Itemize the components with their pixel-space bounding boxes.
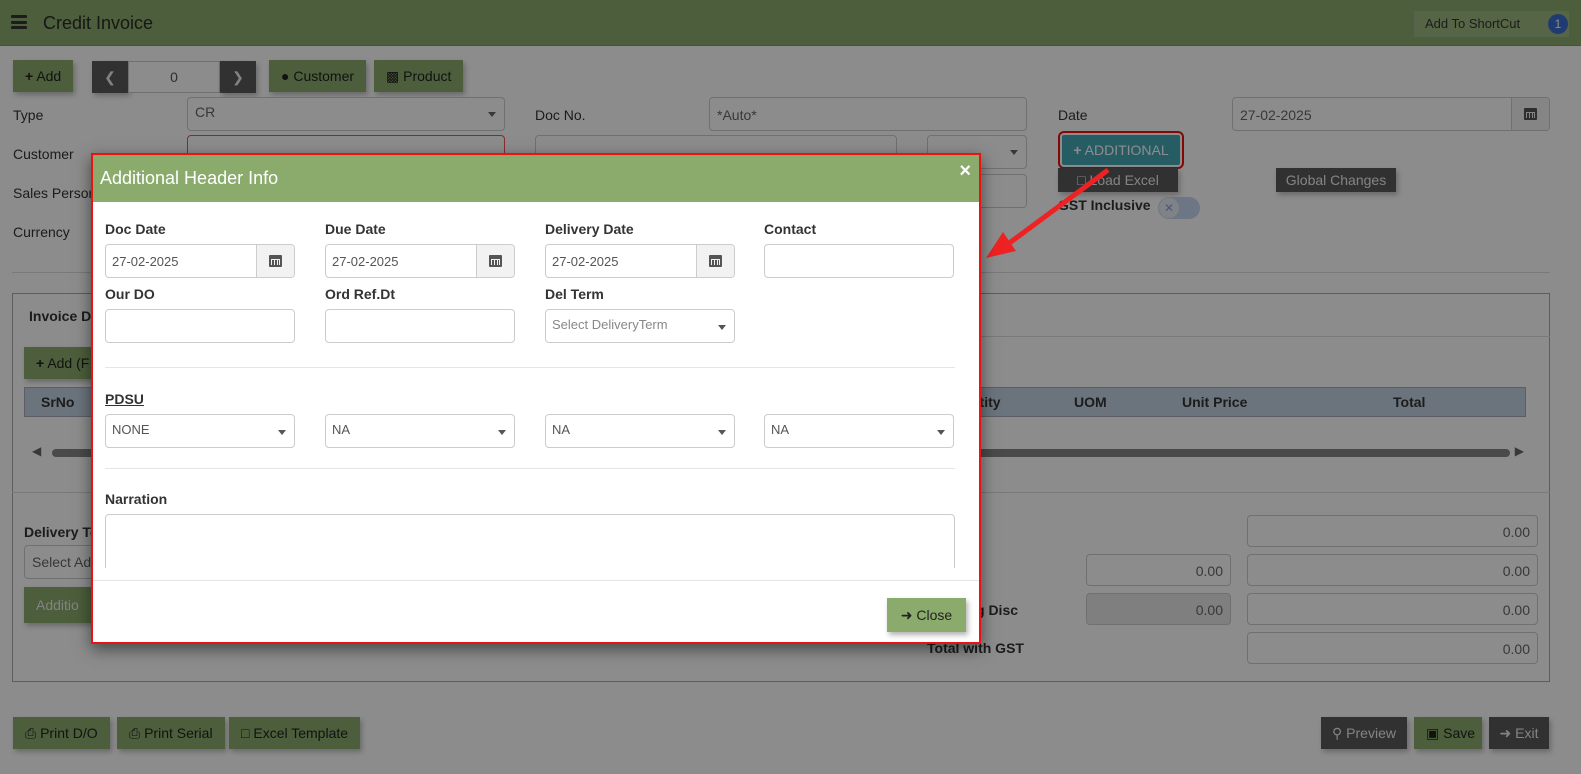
calendar-icon xyxy=(489,255,502,267)
chevron-down-icon xyxy=(937,430,945,435)
close-label: Close xyxy=(916,607,953,623)
narration-textarea[interactable] xyxy=(105,514,955,568)
del-term-select[interactable]: Select DeliveryTerm xyxy=(545,309,735,343)
close-icon[interactable]: × xyxy=(959,160,971,183)
our-do-label: Our DO xyxy=(105,286,155,302)
calendar-button[interactable] xyxy=(696,245,734,277)
chevron-down-icon xyxy=(498,430,506,435)
divider xyxy=(105,367,955,368)
delivery-date-field[interactable]: 27-02-2025 xyxy=(545,244,735,278)
due-date-field[interactable]: 27-02-2025 xyxy=(325,244,515,278)
modal-header: Additional Header Info × xyxy=(93,155,979,202)
modal-body: Doc Date 27-02-2025 Due Date 27-02-2025 … xyxy=(93,202,979,568)
pdsu-label: PDSU xyxy=(105,391,144,407)
pdsu-value-3: NA xyxy=(552,422,571,437)
calendar-button[interactable] xyxy=(476,245,514,277)
doc-date-label: Doc Date xyxy=(105,221,166,237)
additional-header-info-modal: Additional Header Info × Doc Date 27-02-… xyxy=(91,153,981,644)
doc-date-field[interactable]: 27-02-2025 xyxy=(105,244,295,278)
pdsu-select-3[interactable]: NA xyxy=(545,414,735,448)
chevron-down-icon xyxy=(278,430,286,435)
divider xyxy=(105,468,955,469)
our-do-field[interactable] xyxy=(105,309,295,343)
calendar-icon xyxy=(269,255,282,267)
ord-ref-field[interactable] xyxy=(325,309,515,343)
pdsu-value-4: NA xyxy=(771,422,790,437)
delivery-date-label: Delivery Date xyxy=(545,221,634,237)
pdsu-value-2: NA xyxy=(332,422,351,437)
doc-date-value: 27-02-2025 xyxy=(112,254,179,269)
contact-field[interactable] xyxy=(764,244,954,278)
del-term-placeholder: Select DeliveryTerm xyxy=(552,317,668,332)
due-date-label: Due Date xyxy=(325,221,386,237)
narration-label: Narration xyxy=(105,491,168,507)
chevron-down-icon xyxy=(718,325,726,330)
pdsu-select-1[interactable]: NONE xyxy=(105,414,295,448)
due-date-value: 27-02-2025 xyxy=(332,254,399,269)
calendar-button[interactable] xyxy=(256,245,294,277)
delivery-date-value: 27-02-2025 xyxy=(552,254,619,269)
pdsu-value-1: NONE xyxy=(112,422,150,437)
contact-label: Contact xyxy=(764,221,817,237)
calendar-icon xyxy=(709,255,722,267)
ord-ref-label: Ord Ref.Dt xyxy=(325,286,395,302)
close-button[interactable]: ➜ Close xyxy=(887,598,966,632)
chevron-down-icon xyxy=(718,430,726,435)
sign-out-icon: ➜ xyxy=(900,607,913,623)
del-term-label: Del Term xyxy=(545,286,604,302)
pdsu-select-2[interactable]: NA xyxy=(325,414,515,448)
modal-footer: ➜ Close xyxy=(93,580,979,642)
modal-title: Additional Header Info xyxy=(100,168,279,188)
pdsu-select-4[interactable]: NA xyxy=(764,414,954,448)
